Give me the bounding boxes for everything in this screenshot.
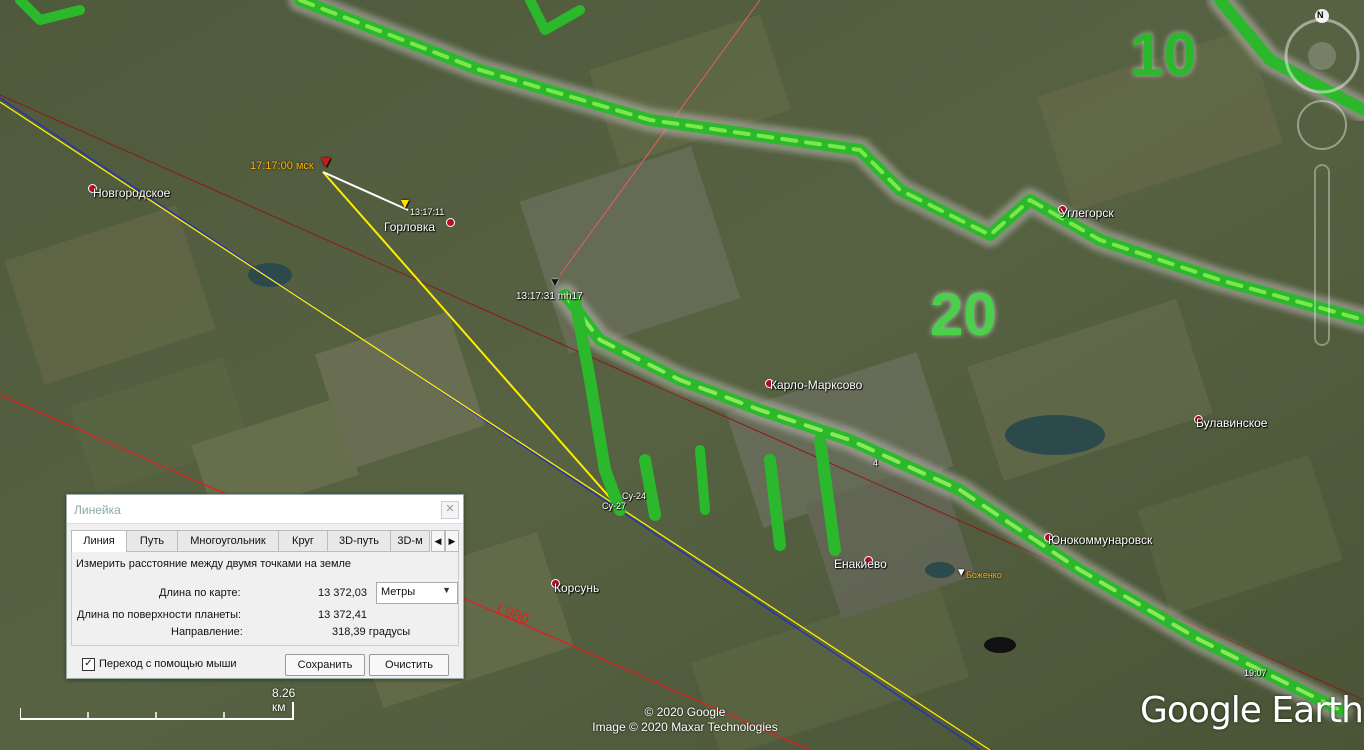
place-label-korsun[interactable]: Корсунь bbox=[554, 581, 599, 595]
map-length-label: Длина по карте: bbox=[159, 587, 241, 599]
red-pushpin-icon[interactable]: ▼ bbox=[318, 154, 334, 172]
place-label-bozhenko[interactable]: Боженко bbox=[966, 570, 1002, 580]
marker-time-1311: 13:17:11 bbox=[410, 207, 445, 217]
ruler-description: Измерить расстояние между двумя точками … bbox=[76, 558, 352, 570]
ruler-title: Линейка bbox=[74, 503, 121, 517]
place-label-yunokommunarovsk[interactable]: Юнокоммунаровск bbox=[1048, 533, 1152, 547]
marker-num4: 4 bbox=[873, 458, 879, 468]
surface-length-value: 13 372,41 bbox=[318, 609, 367, 621]
save-button[interactable]: Сохранить bbox=[285, 654, 365, 676]
ruler-dialog: Линейка ✕ Линия Путь Многоугольник Круг … bbox=[66, 494, 464, 679]
ruler-tabs: Линия Путь Многоугольник Круг 3D-путь 3D… bbox=[71, 530, 459, 553]
place-label-karlo-marksovo[interactable]: Карло-Марксово bbox=[770, 378, 862, 392]
mouse-nav-label: Переход с помощью мыши bbox=[99, 658, 237, 670]
place-label-enakievo[interactable]: Енакиево bbox=[834, 557, 887, 571]
marker-time-msk: 17:17:00 мск bbox=[250, 160, 314, 172]
scale-bar: 8.26 км bbox=[20, 686, 295, 720]
units-selected: Метры bbox=[381, 586, 416, 598]
marker-mh17: 13:17:31 mh17 bbox=[516, 291, 583, 302]
radar-level-label: 20 bbox=[930, 281, 997, 348]
mouse-nav-checkbox[interactable]: ✓ bbox=[82, 658, 95, 671]
heading-label: Направление: bbox=[171, 626, 243, 638]
chevron-left-icon[interactable]: ◀ bbox=[431, 530, 445, 552]
tab-3d-path[interactable]: 3D-путь bbox=[327, 530, 391, 552]
place-label-uglegorsk[interactable]: Углегорск bbox=[1060, 206, 1114, 220]
copyright-google: © 2020 Google bbox=[644, 705, 726, 719]
tab-line[interactable]: Линия bbox=[71, 530, 127, 553]
google-earth-logo: Google Earth bbox=[1140, 690, 1364, 731]
units-select[interactable]: Метры ▼ bbox=[376, 582, 458, 604]
orange-pin-icon: ▾ bbox=[958, 564, 965, 579]
place-label-novgorodskoe[interactable]: Новгородское bbox=[93, 186, 170, 200]
ruler-panel: Измерить расстояние между двумя точками … bbox=[71, 552, 459, 646]
compass-north-label: N bbox=[1317, 10, 1324, 20]
radar-level-label: 10 bbox=[1130, 21, 1197, 88]
heading-value: 318,39 градусы bbox=[332, 626, 411, 638]
ruler-titlebar[interactable]: Линейка ✕ bbox=[67, 495, 463, 524]
place-label-gorlovka[interactable]: Горловка bbox=[384, 220, 435, 234]
chevron-right-icon[interactable]: ▶ bbox=[445, 530, 459, 552]
close-icon[interactable]: ✕ bbox=[441, 501, 459, 519]
marker-time-1907: 19:07 bbox=[1244, 668, 1267, 678]
tab-polygon[interactable]: Многоугольник bbox=[177, 530, 279, 552]
place-pin bbox=[446, 218, 455, 227]
place-label-bulavinskoe[interactable]: Булавинское bbox=[1196, 416, 1267, 430]
marker-su27: Су-27 bbox=[602, 501, 627, 511]
tab-path[interactable]: Путь bbox=[126, 530, 178, 552]
copyright-imagery: Image © 2020 Maxar Technologies bbox=[592, 720, 778, 734]
map-length-value: 13 372,03 bbox=[318, 587, 367, 599]
surface-length-label: Длина по поверхности планеты: bbox=[77, 609, 242, 621]
tab-circle[interactable]: Круг bbox=[278, 530, 328, 552]
clear-button[interactable]: Очистить bbox=[369, 654, 449, 676]
chevron-down-icon: ▼ bbox=[442, 585, 451, 595]
scale-ruler bbox=[20, 702, 294, 720]
marker-su24: Су-24 bbox=[622, 491, 647, 501]
tab-3d-polygon[interactable]: 3D-м bbox=[390, 530, 430, 552]
black-pushpin-icon[interactable]: ▼ bbox=[549, 275, 561, 289]
